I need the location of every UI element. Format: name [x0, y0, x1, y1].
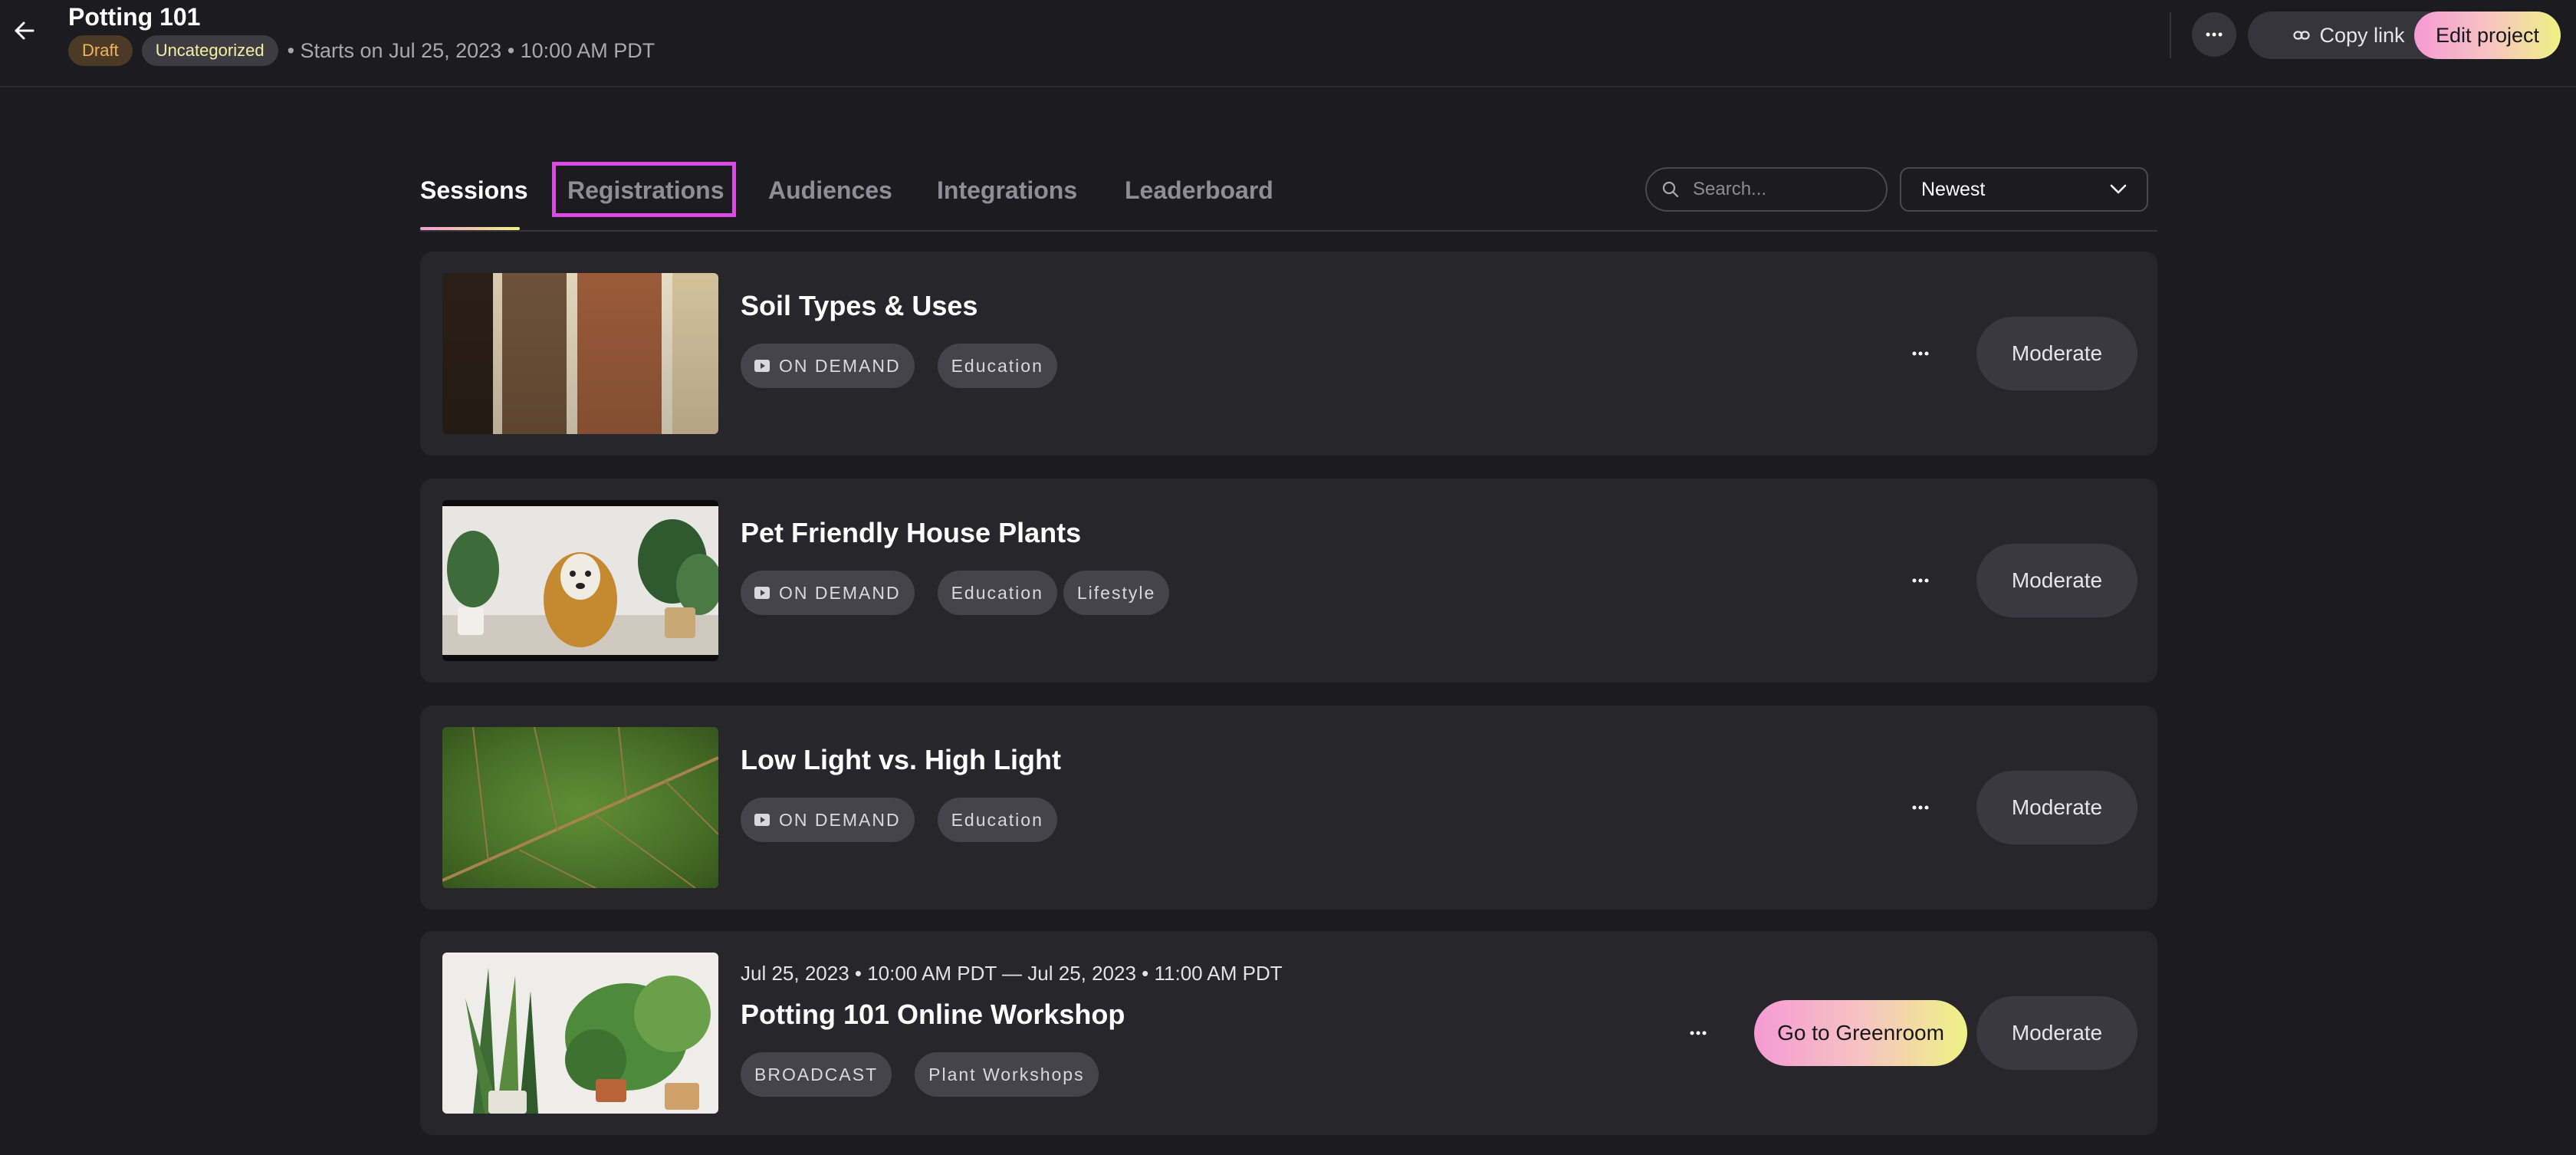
arrow-left-icon: [15, 21, 34, 40]
moderate-button[interactable]: Moderate: [1976, 317, 2137, 390]
more-horizontal-icon: [1912, 351, 1929, 356]
video-icon: [754, 814, 770, 826]
search-box[interactable]: [1645, 167, 1888, 212]
moderate-button[interactable]: Moderate: [1976, 771, 2137, 844]
back-button[interactable]: [11, 17, 38, 44]
sort-selected-value: Newest: [1921, 178, 1986, 200]
start-date-text: • Starts on Jul 25, 2023 • 10:00 AM PDT: [287, 38, 656, 62]
session-tags: ON DEMAND Education: [741, 798, 1080, 842]
sort-dropdown[interactable]: Newest: [1900, 167, 2148, 212]
session-type-badge: ON DEMAND: [741, 344, 915, 388]
video-icon: [754, 360, 770, 372]
session-tags: ON DEMAND Education: [741, 344, 1080, 388]
session-more-button[interactable]: [1905, 338, 1936, 369]
session-tags: BROADCAST Plant Workshops: [741, 1052, 1122, 1097]
session-type-label: ON DEMAND: [779, 355, 901, 376]
tab-integrations[interactable]: Integrations: [937, 176, 1077, 205]
edit-project-button[interactable]: Edit project: [2414, 12, 2561, 59]
session-more-button[interactable]: [1905, 792, 1936, 823]
video-icon: [754, 587, 770, 599]
session-date-range: Jul 25, 2023 • 10:00 AM PDT — Jul 25, 20…: [741, 962, 1283, 985]
link-icon: [2293, 31, 2311, 40]
session-type-badge: ON DEMAND: [741, 798, 915, 842]
top-header: Potting 101 Draft Uncategorized • Starts…: [0, 0, 2576, 87]
more-horizontal-icon: [1690, 1031, 1707, 1035]
dog-with-plants-image: [442, 500, 718, 661]
session-tags: ON DEMAND Education Lifestyle: [741, 571, 1192, 615]
green-leaf-image: [442, 727, 718, 888]
tab-audiences[interactable]: Audiences: [768, 176, 892, 205]
session-title: Potting 101 Online Workshop: [741, 999, 1125, 1030]
moderate-button[interactable]: Moderate: [1976, 996, 2137, 1070]
session-type-badge: BROADCAST: [741, 1052, 892, 1097]
potted-plants-image: [442, 953, 718, 1114]
session-more-button[interactable]: [1683, 1018, 1714, 1048]
status-badge: Draft: [68, 35, 133, 66]
session-title: Soil Types & Uses: [741, 290, 978, 321]
header-divider: [2170, 12, 2171, 58]
tag-chip: Lifestyle: [1063, 571, 1170, 615]
session-title: Pet Friendly House Plants: [741, 517, 1082, 548]
tag-chip: Education: [937, 344, 1057, 388]
session-card[interactable]: Jul 25, 2023 • 10:00 AM PDT — Jul 25, 20…: [420, 931, 2157, 1135]
active-tab-indicator: [420, 227, 520, 230]
page-title: Potting 101: [68, 3, 201, 31]
session-type-badge: ON DEMAND: [741, 571, 915, 615]
search-input[interactable]: [1691, 178, 1878, 201]
category-badge[interactable]: Uncategorized: [141, 35, 278, 66]
project-more-button[interactable]: [2192, 12, 2236, 57]
tab-leaderboard[interactable]: Leaderboard: [1125, 176, 1273, 205]
session-card[interactable]: Low Light vs. High Light ON DEMAND Educa…: [420, 706, 2157, 910]
more-horizontal-icon: [1912, 578, 1929, 583]
session-type-label: ON DEMAND: [779, 809, 901, 830]
copy-link-label: Copy link: [2319, 23, 2405, 47]
session-card[interactable]: Pet Friendly House Plants ON DEMAND Educ…: [420, 479, 2157, 683]
soil-layers-image: [442, 273, 718, 434]
session-type-label: ON DEMAND: [779, 582, 901, 603]
session-title: Low Light vs. High Light: [741, 744, 1061, 775]
session-card[interactable]: Soil Types & Uses ON DEMAND Education Mo…: [420, 252, 2157, 456]
more-horizontal-icon: [1912, 805, 1929, 810]
search-icon: [1662, 181, 1679, 198]
moderate-button[interactable]: Moderate: [1976, 544, 2137, 617]
tab-sessions[interactable]: Sessions: [420, 176, 528, 205]
registrations-tab-highlight: [552, 162, 736, 217]
tag-chip: Education: [937, 571, 1057, 615]
tag-chip: Education: [937, 798, 1057, 842]
session-more-button[interactable]: [1905, 565, 1936, 596]
go-to-greenroom-button[interactable]: Go to Greenroom: [1754, 1000, 1967, 1066]
tag-chip: Plant Workshops: [915, 1052, 1099, 1097]
more-horizontal-icon: [2206, 32, 2223, 37]
project-meta: Draft Uncategorized • Starts on Jul 25, …: [68, 34, 655, 67]
chevron-down-icon: [2110, 184, 2127, 194]
